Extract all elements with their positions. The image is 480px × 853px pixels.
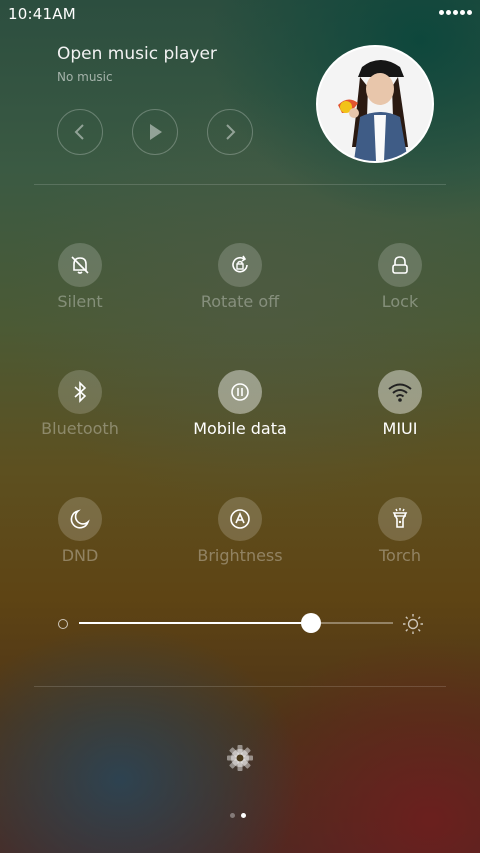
torch-toggle[interactable] (378, 497, 422, 541)
status-time: 10:41AM (8, 5, 76, 23)
tile-rotate[interactable]: Rotate off (175, 243, 305, 323)
tile-mobile-data[interactable]: Mobile data (175, 370, 305, 450)
tile-label: Mobile data (193, 419, 287, 438)
brightness-slider-fill (79, 622, 312, 624)
tile-dnd[interactable]: DND (15, 497, 145, 577)
brightness-high-icon (403, 614, 423, 634)
tile-label: MIUI (382, 419, 418, 438)
rotate-lock-icon (232, 255, 248, 273)
tile-bluetooth[interactable]: Bluetooth (15, 370, 145, 450)
tile-torch[interactable]: Torch (335, 497, 465, 577)
tile-label: Torch (378, 546, 421, 565)
wifi-icon (388, 383, 412, 402)
brightness-low-icon (58, 619, 68, 629)
moon-icon (70, 509, 90, 529)
tile-label: Silent (57, 292, 103, 311)
tile-label: Lock (381, 292, 419, 311)
wifi-toggle[interactable] (378, 370, 422, 414)
gear-icon[interactable] (225, 743, 255, 773)
signal-icon (439, 10, 472, 15)
album-art[interactable] (316, 45, 434, 163)
bell-off-icon (71, 256, 89, 274)
bluetooth-toggle[interactable] (58, 370, 102, 414)
mobile-data-icon (231, 383, 249, 401)
tile-lock[interactable]: Lock (335, 243, 465, 323)
lock-icon (392, 256, 408, 274)
silent-toggle[interactable] (58, 243, 102, 287)
chevron-left-icon (74, 124, 84, 140)
bluetooth-icon (74, 381, 87, 403)
torch-icon (392, 508, 408, 528)
rotate-toggle[interactable] (218, 243, 262, 287)
tile-wifi[interactable]: MIUI (335, 370, 465, 450)
auto-brightness-icon (230, 509, 250, 529)
play-icon (150, 124, 162, 140)
auto-brightness-toggle[interactable] (218, 497, 262, 541)
music-status: No music (57, 70, 113, 84)
page-dot (230, 813, 235, 818)
tile-label: DND (61, 546, 99, 565)
page-indicator (230, 813, 246, 818)
tile-brightness[interactable]: Brightness (175, 497, 305, 577)
chevron-right-icon (226, 124, 236, 140)
divider (34, 184, 446, 185)
brightness-slider-thumb[interactable] (301, 613, 322, 633)
next-button[interactable] (207, 109, 253, 155)
divider (34, 686, 446, 687)
tile-label: Bluetooth (41, 419, 119, 438)
previous-button[interactable] (57, 109, 103, 155)
tile-label: Rotate off (200, 292, 280, 311)
album-art-image (318, 47, 432, 161)
lock-toggle[interactable] (378, 243, 422, 287)
mobile-data-toggle[interactable] (218, 370, 262, 414)
music-player-title[interactable]: Open music player (57, 44, 217, 64)
page-dot-active (241, 813, 246, 818)
dnd-toggle[interactable] (58, 497, 102, 541)
brightness-slider[interactable] (79, 613, 393, 633)
status-bar: 10:41AM (0, 0, 480, 28)
play-button[interactable] (132, 109, 178, 155)
tile-label: Brightness (197, 546, 283, 565)
tile-silent[interactable]: Silent (15, 243, 145, 323)
